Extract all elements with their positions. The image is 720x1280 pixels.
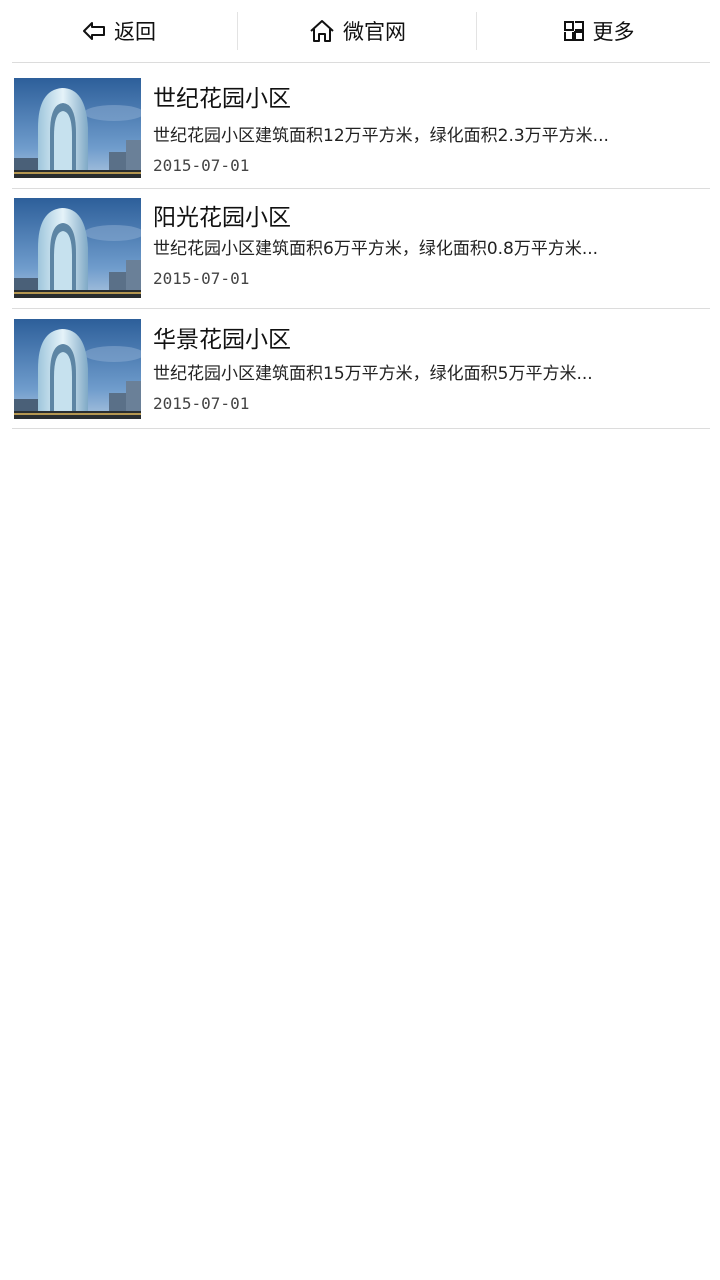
list-item[interactable]: 华景花园小区 世纪花园小区建筑面积15万平方米，绿化面积5万平方米... 201… (12, 309, 710, 429)
back-label: 返回 (114, 20, 156, 44)
item-description: 世纪花园小区建筑面积12万平方米，绿化面积2.3万平方米... (153, 126, 609, 146)
item-date: 2015-07-01 (153, 156, 250, 175)
item-date: 2015-07-01 (153, 394, 250, 413)
top-nav-bar: 返回 微官网 更多 (0, 0, 720, 62)
home-label: 微官网 (343, 20, 406, 44)
item-title: 华景花园小区 (153, 327, 291, 353)
item-date: 2015-07-01 (153, 269, 250, 288)
community-list: 世纪花园小区 世纪花园小区建筑面积12万平方米，绿化面积2.3万平方米... 2… (12, 62, 710, 429)
item-title: 世纪花园小区 (153, 86, 291, 112)
item-description: 世纪花园小区建筑面积15万平方米，绿化面积5万平方米... (153, 364, 593, 384)
grid-icon (563, 20, 585, 42)
home-button[interactable]: 微官网 (238, 0, 477, 62)
building-image (14, 198, 141, 298)
more-button[interactable]: 更多 (477, 0, 720, 62)
home-icon (309, 19, 335, 43)
list-item[interactable]: 阳光花园小区 世纪花园小区建筑面积6万平方米，绿化面积0.8万平方米... 20… (12, 189, 710, 309)
item-description: 世纪花园小区建筑面积6万平方米，绿化面积0.8万平方米... (153, 239, 599, 259)
building-image (14, 78, 141, 178)
building-image (14, 319, 141, 419)
back-button[interactable]: 返回 (0, 0, 238, 62)
more-label: 更多 (592, 20, 635, 44)
list-item[interactable]: 世纪花园小区 世纪花园小区建筑面积12万平方米，绿化面积2.3万平方米... 2… (12, 63, 710, 189)
item-title: 阳光花园小区 (153, 205, 291, 231)
back-arrow-icon (82, 20, 106, 42)
